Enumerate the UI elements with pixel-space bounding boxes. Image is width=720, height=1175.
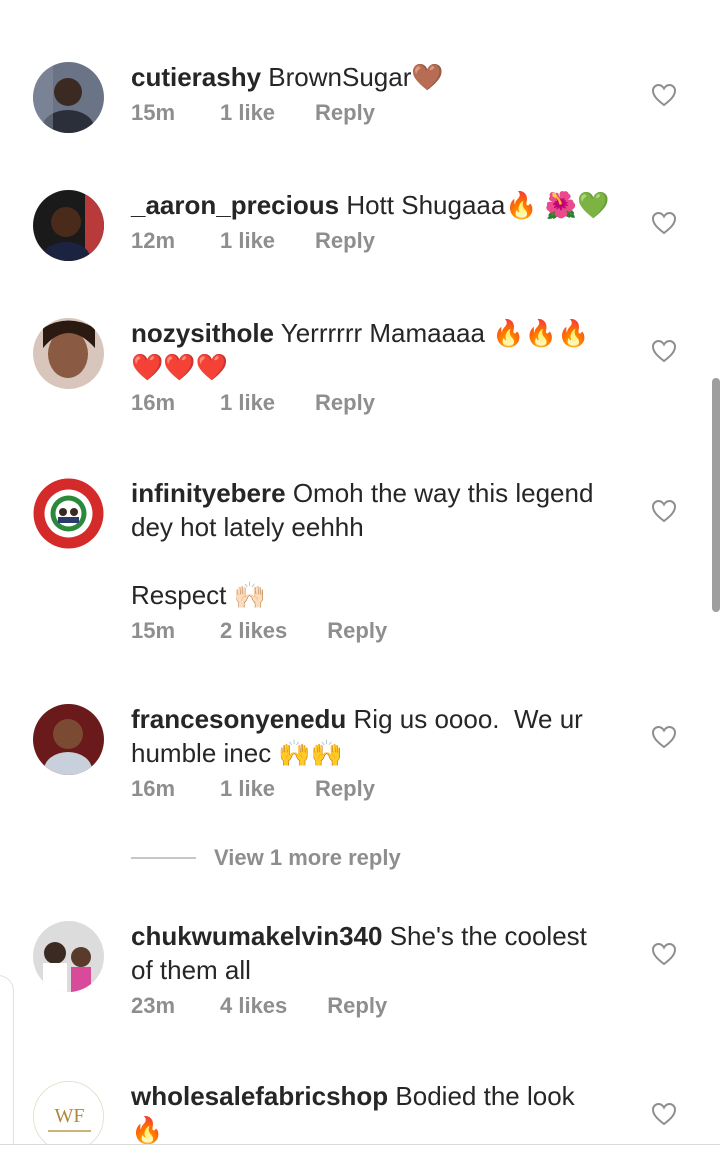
view-more-replies[interactable]: View 1 more reply bbox=[131, 845, 401, 871]
comment-username[interactable]: wholesalefabricshop bbox=[131, 1081, 388, 1111]
comment-body: BrownSugar🤎 bbox=[261, 62, 444, 92]
heart-icon[interactable] bbox=[651, 942, 677, 966]
comment-likes[interactable]: 4 likes bbox=[220, 993, 287, 1019]
comment-likes[interactable]: 1 like bbox=[220, 776, 275, 802]
avatar[interactable] bbox=[33, 62, 104, 133]
comment-likes[interactable]: 1 like bbox=[220, 228, 275, 254]
comment-time: 15m bbox=[131, 100, 176, 125]
comment-time: 23m bbox=[131, 993, 176, 1018]
avatar[interactable] bbox=[33, 921, 104, 992]
reply-button[interactable]: Reply bbox=[327, 618, 387, 644]
avatar[interactable] bbox=[33, 318, 104, 389]
comment-username[interactable]: chukwumakelvin340 bbox=[131, 921, 382, 951]
comment-text: _aaron_precious Hott Shugaaa🔥 🌺💚 bbox=[131, 188, 631, 222]
svg-text:WF: WF bbox=[55, 1105, 85, 1127]
comment-body: Hott Shugaaa🔥 🌺💚 bbox=[339, 190, 610, 220]
avatar[interactable] bbox=[33, 190, 104, 261]
comment-username[interactable]: _aaron_precious bbox=[131, 190, 339, 220]
avatar[interactable] bbox=[33, 478, 104, 549]
reply-button[interactable]: Reply bbox=[327, 993, 387, 1019]
comment-username[interactable]: cutierashy bbox=[131, 62, 261, 92]
comment-text: francesonyenedu Rig us oooo. We ur humbl… bbox=[131, 702, 631, 770]
heart-icon[interactable] bbox=[651, 339, 677, 363]
comment-text: nozysithole Yerrrrrr Mamaaaa 🔥🔥🔥 ❤️❤️❤️ bbox=[131, 316, 631, 384]
heart-icon[interactable] bbox=[651, 725, 677, 749]
comment-username[interactable]: francesonyenedu bbox=[131, 704, 346, 734]
comment-text: wholesalefabricshop Bodied the look 🔥 bbox=[131, 1079, 631, 1147]
comment-likes[interactable]: 2 likes bbox=[220, 618, 287, 644]
heart-icon[interactable] bbox=[651, 83, 677, 107]
comment-text: infinityebere Omoh the way this legend d… bbox=[131, 476, 631, 612]
comment-username[interactable]: infinityebere bbox=[131, 478, 286, 508]
divider-line bbox=[131, 857, 196, 859]
comment-likes[interactable]: 1 like bbox=[220, 100, 275, 126]
comment-time: 12m bbox=[131, 228, 176, 253]
comment-time: 16m bbox=[131, 776, 176, 801]
reply-button[interactable]: Reply bbox=[315, 390, 375, 416]
heart-icon[interactable] bbox=[651, 1102, 677, 1126]
comment-time: 15m bbox=[131, 618, 176, 643]
view-more-label[interactable]: View 1 more reply bbox=[214, 845, 401, 871]
comment-username[interactable]: nozysithole bbox=[131, 318, 274, 348]
emoji-bar bbox=[0, 1144, 720, 1175]
avatar[interactable] bbox=[33, 704, 104, 775]
comment-likes[interactable]: 1 like bbox=[220, 390, 275, 416]
heart-icon[interactable] bbox=[651, 499, 677, 523]
avatar[interactable]: WF bbox=[33, 1081, 104, 1152]
scrollbar[interactable] bbox=[712, 378, 720, 612]
reply-button[interactable]: Reply bbox=[315, 776, 375, 802]
reply-button[interactable]: Reply bbox=[315, 228, 375, 254]
comment-text: chukwumakelvin340 She's the coolest of t… bbox=[131, 919, 631, 987]
side-panel-edge bbox=[0, 975, 14, 1157]
heart-icon[interactable] bbox=[651, 211, 677, 235]
reply-button[interactable]: Reply bbox=[315, 100, 375, 126]
comment-time: 16m bbox=[131, 390, 176, 415]
comment-text: cutierashy BrownSugar🤎 bbox=[131, 60, 631, 94]
